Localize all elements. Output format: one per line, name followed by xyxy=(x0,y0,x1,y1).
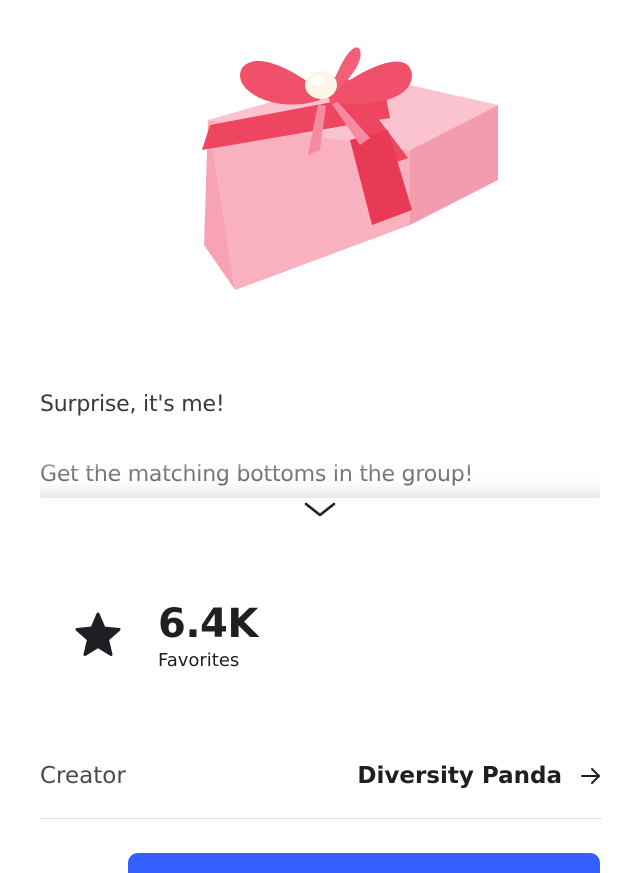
creator-name[interactable]: Diversity Panda xyxy=(357,763,562,789)
gift-box-icon xyxy=(202,47,498,290)
arrow-right-icon xyxy=(580,765,602,787)
primary-action-button[interactable] xyxy=(128,853,600,873)
favorites-stat: 6.4K Favorites xyxy=(72,600,258,671)
description-fade: Get the matching bottoms in the group! xyxy=(40,452,600,498)
expand-description-button[interactable] xyxy=(298,494,342,524)
divider xyxy=(40,818,602,819)
item-description: Surprise, it's me! Get the matching bott… xyxy=(40,392,600,498)
favorites-text: 6.4K Favorites xyxy=(158,600,258,671)
creator-row: Creator Diversity Panda xyxy=(40,752,602,800)
chevron-down-icon xyxy=(304,502,336,517)
star-icon xyxy=(75,612,121,656)
creator-link[interactable]: Diversity Panda xyxy=(357,763,602,789)
description-line-2: Get the matching bottoms in the group! xyxy=(40,462,474,487)
item-thumbnail xyxy=(180,20,520,310)
creator-label: Creator xyxy=(40,763,126,789)
description-line-1: Surprise, it's me! xyxy=(40,392,225,417)
favorites-count: 6.4K xyxy=(158,601,258,647)
item-details-page: Surprise, it's me! Get the matching bott… xyxy=(0,0,640,873)
favorites-label: Favorites xyxy=(158,650,240,671)
favorite-button[interactable] xyxy=(72,610,124,662)
